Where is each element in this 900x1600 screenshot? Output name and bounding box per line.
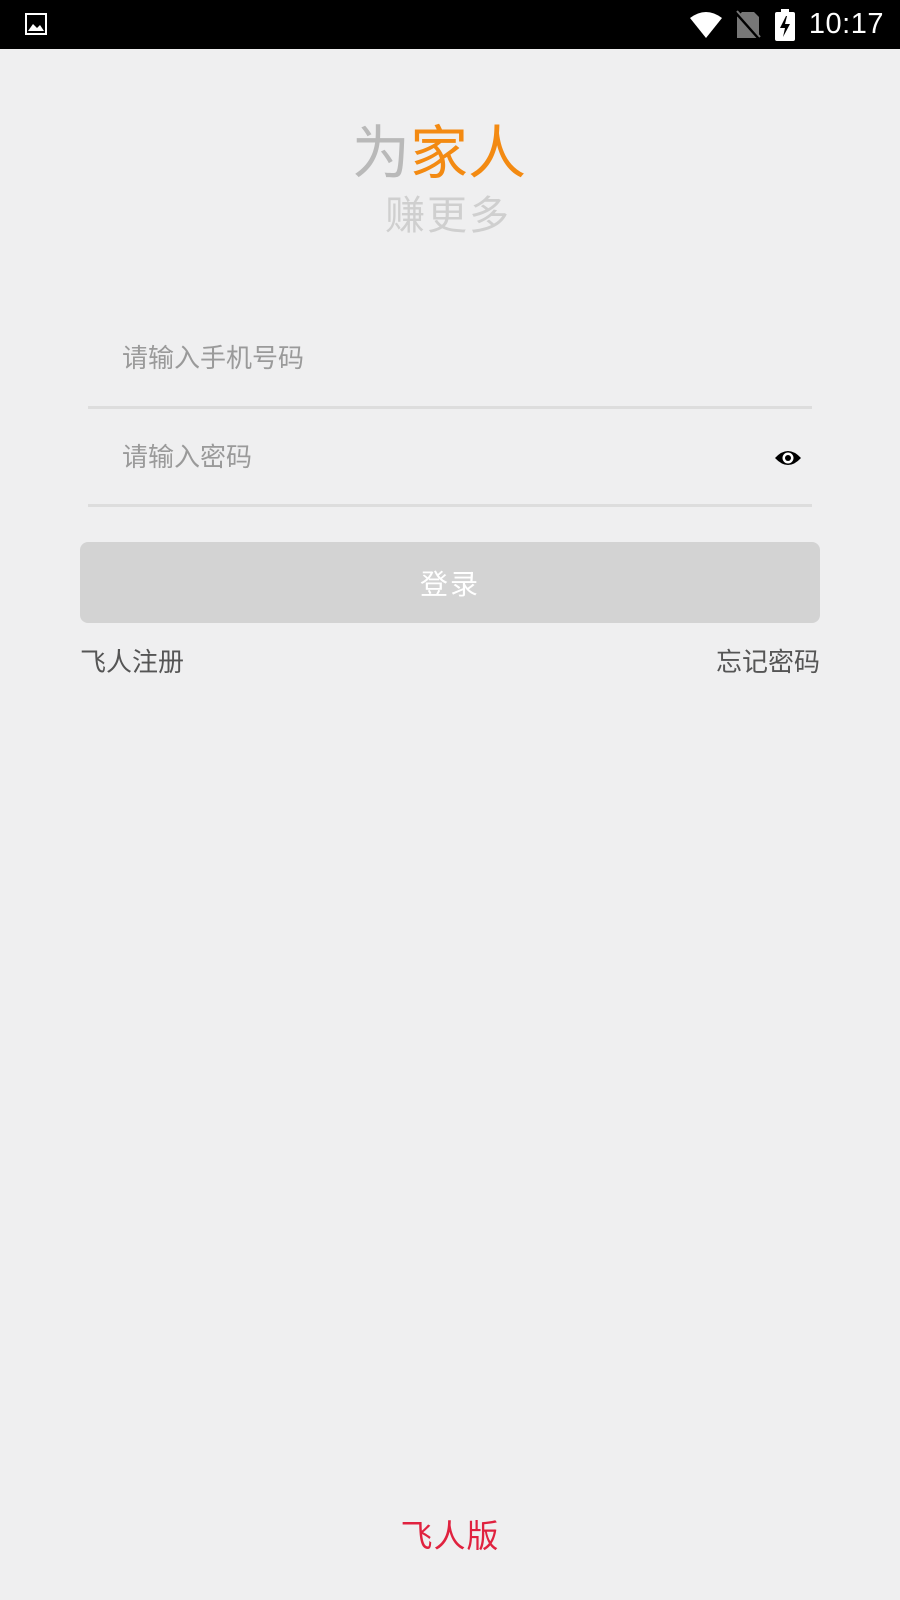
version-label: 飞人版 xyxy=(400,1517,500,1555)
wifi-icon xyxy=(689,11,723,39)
logo-line1: 为家人 xyxy=(352,118,526,188)
eye-icon[interactable] xyxy=(774,444,802,472)
phone-field-container xyxy=(88,312,812,409)
status-bar: 10:17 xyxy=(0,0,900,49)
gallery-icon xyxy=(25,13,47,35)
password-field-container xyxy=(88,411,812,507)
logo-line2: 赚更多 xyxy=(385,193,511,239)
no-sim-icon xyxy=(734,9,761,40)
app-logo: 为家人 赚更多 xyxy=(350,118,560,248)
battery-charging-icon xyxy=(774,8,795,41)
logo-line1-part2: 家人 xyxy=(410,119,527,187)
register-link[interactable]: 飞人注册 xyxy=(80,645,184,681)
login-button[interactable]: 登录 xyxy=(80,542,820,623)
logo-line1-part1: 为 xyxy=(352,119,411,187)
status-icons: 10:17 xyxy=(689,0,884,49)
phone-input[interactable] xyxy=(122,312,742,405)
password-input[interactable] xyxy=(122,411,742,504)
forgot-password-link[interactable]: 忘记密码 xyxy=(716,645,820,681)
status-time: 10:17 xyxy=(808,8,884,40)
